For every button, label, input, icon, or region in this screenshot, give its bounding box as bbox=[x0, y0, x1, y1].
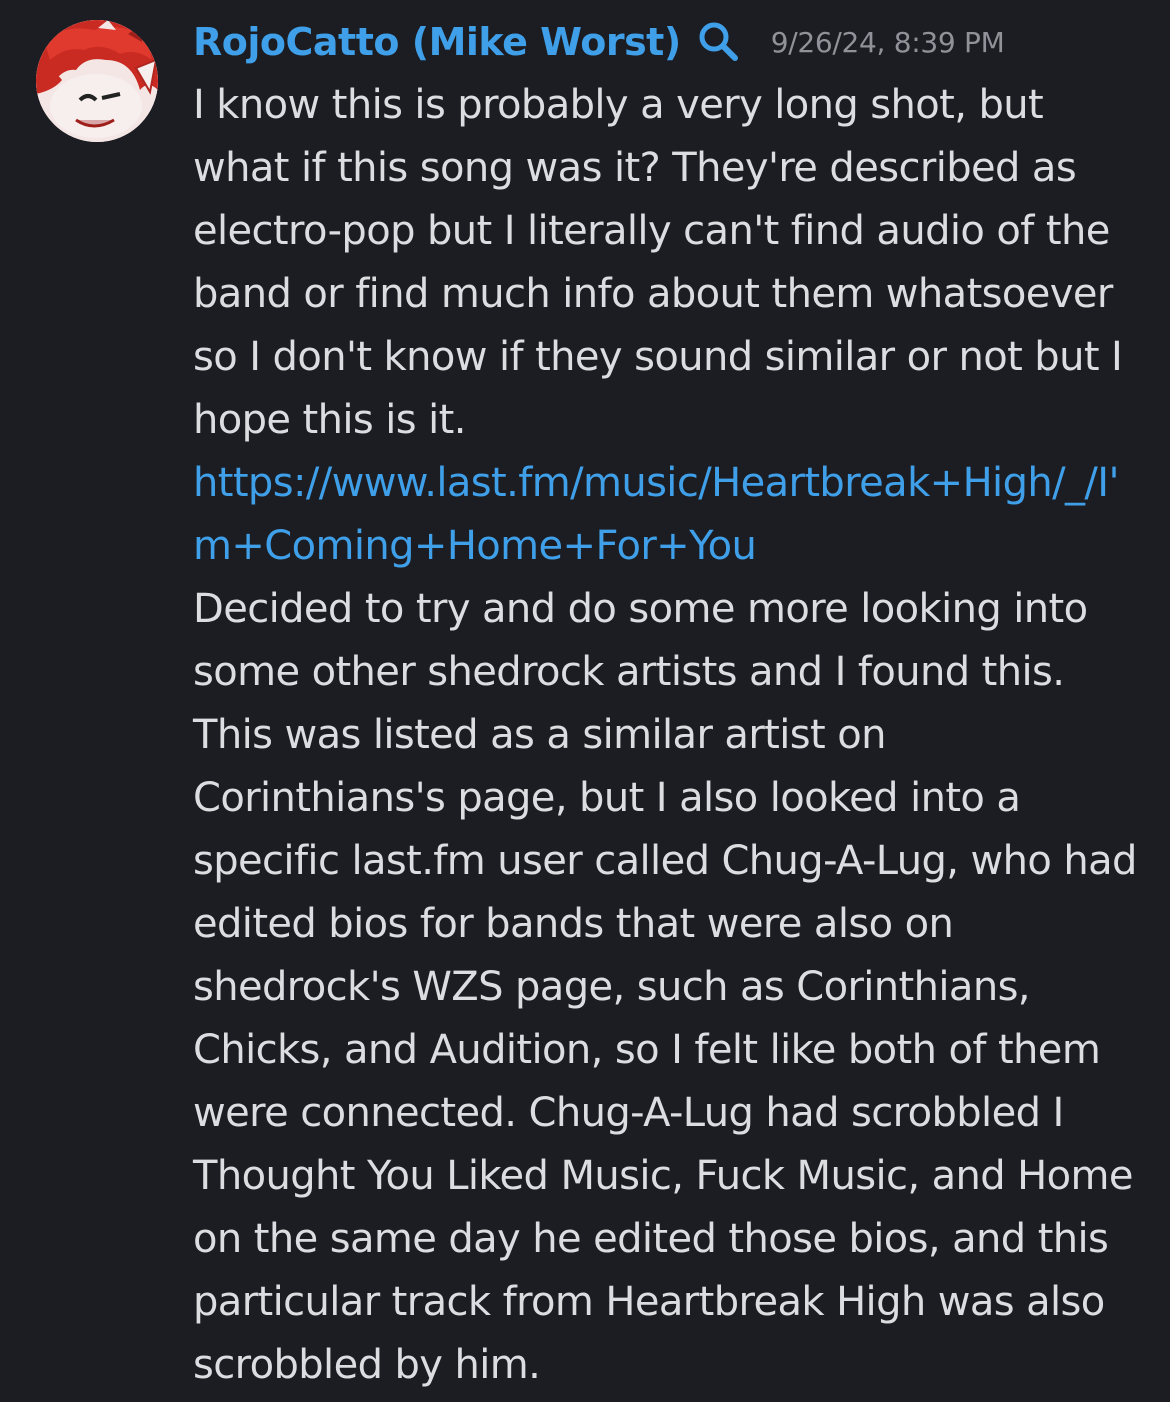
search-icon[interactable] bbox=[695, 19, 741, 65]
paragraph-text: I know this is probably a very long shot… bbox=[193, 82, 1123, 443]
avatar[interactable] bbox=[36, 20, 158, 142]
message-paragraph: Decided to try and do some more looking … bbox=[193, 586, 1137, 1388]
message-header: RojoCatto (Mike Worst) 9/26/24, 8:39 PM bbox=[193, 14, 1143, 70]
timestamp[interactable]: 9/26/24, 8:39 PM bbox=[771, 26, 1005, 59]
username[interactable]: RojoCatto (Mike Worst) bbox=[193, 20, 681, 64]
message-content: RojoCatto (Mike Worst) 9/26/24, 8:39 PM … bbox=[193, 14, 1143, 1397]
message-paragraph: I know this is probably a very long shot… bbox=[193, 74, 1143, 578]
avatar-image bbox=[36, 20, 158, 142]
chat-message: RojoCatto (Mike Worst) 9/26/24, 8:39 PM … bbox=[0, 0, 1170, 1402]
last-fm-link[interactable]: https://www.last.fm/music/Heartbreak+Hig… bbox=[193, 460, 1119, 569]
message-body: I know this is probably a very long shot… bbox=[193, 74, 1143, 1397]
